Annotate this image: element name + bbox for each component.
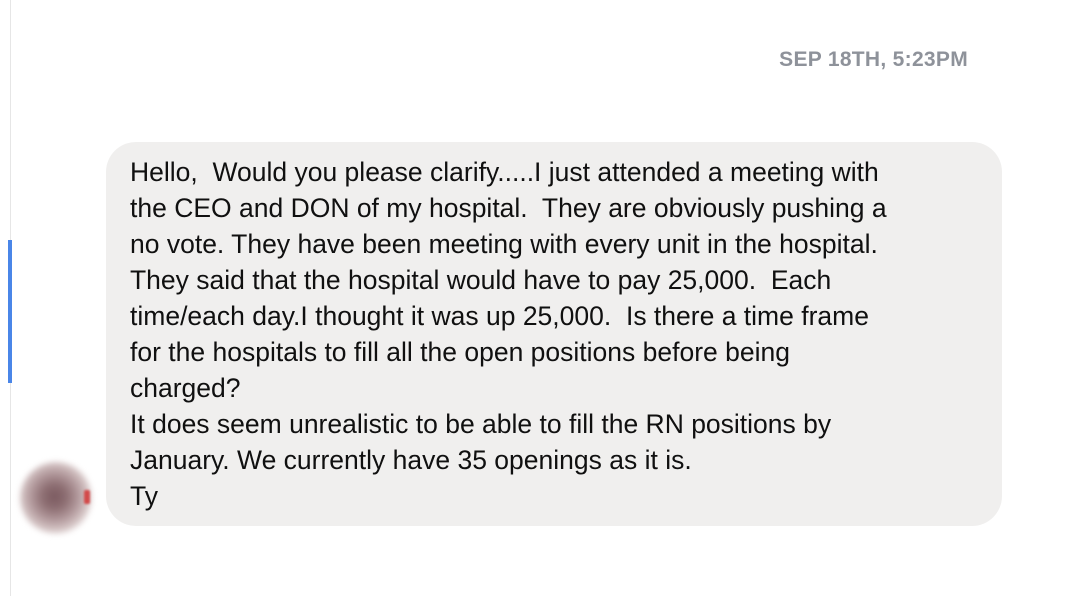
message-bubble[interactable]: Hello, Would you please clarify.....I ju… xyxy=(106,142,1002,526)
message-line: It does seem unrealistic to be able to f… xyxy=(130,409,832,439)
message-line: for the hospitals to fill all the open p… xyxy=(130,337,790,367)
message-line: no vote. They have been meeting with eve… xyxy=(130,229,878,259)
message-line: the CEO and DON of my hospital. They are… xyxy=(130,193,887,223)
message-line: They said that the hospital would have t… xyxy=(130,265,832,295)
message-line: Ty xyxy=(130,481,158,511)
message-line: time/each day.I thought it was up 25,000… xyxy=(130,301,869,331)
message-timestamp: SEP 18TH, 5:23PM xyxy=(779,48,968,71)
message-thread: SEP 18TH, 5:23PM Hello, Would you please… xyxy=(0,0,1086,596)
active-indicator xyxy=(8,240,12,383)
message-line: charged? xyxy=(130,373,241,403)
message-line: January. We currently have 35 openings a… xyxy=(130,445,692,475)
sender-avatar[interactable] xyxy=(20,462,92,534)
avatar-status-mark xyxy=(84,490,90,504)
message-line: Hello, Would you please clarify.....I ju… xyxy=(130,157,879,187)
